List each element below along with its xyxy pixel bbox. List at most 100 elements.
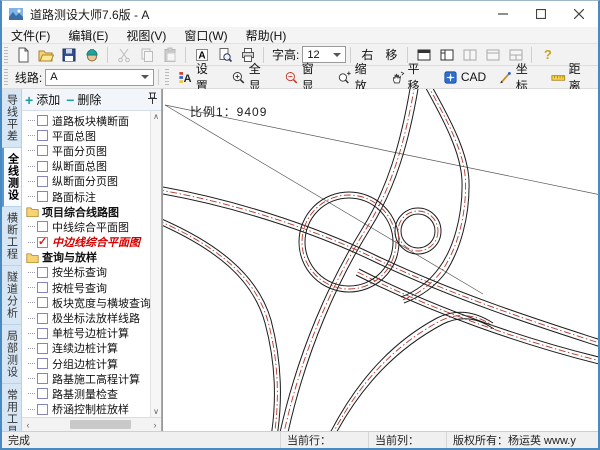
menu-window[interactable]: 窗口(W): [175, 27, 236, 43]
scroll-left-icon[interactable]: ‹: [22, 420, 34, 430]
window-split-icon: [439, 47, 455, 63]
separator: [158, 69, 159, 85]
tree-item[interactable]: 按坐标查询: [22, 265, 150, 280]
checkbox[interactable]: [37, 388, 48, 399]
checkbox[interactable]: [37, 130, 48, 141]
tree-item[interactable]: 连续边桩计算: [22, 341, 150, 356]
app-window: 道路测设大师7.6版 - A 文件(F) 编辑(E) 视图(V) 窗口(W) 帮…: [0, 0, 600, 450]
worker-button[interactable]: [81, 45, 102, 65]
tab-cross-section-works[interactable]: 横断工程: [2, 207, 21, 266]
checkbox[interactable]: [37, 373, 48, 384]
menu-help[interactable]: 帮助(H): [237, 27, 296, 43]
paste-icon: [162, 47, 178, 63]
tree-hscrollbar[interactable]: ‹ ›: [22, 417, 161, 431]
tab-full-line-survey[interactable]: 全线测设: [2, 148, 21, 207]
distance-ruler-icon: [551, 70, 566, 85]
checkbox[interactable]: [37, 297, 48, 308]
tree-item[interactable]: 按桩号查询: [22, 280, 150, 295]
scale-label: 比例1：9409: [190, 103, 267, 120]
cut-button[interactable]: [113, 45, 134, 65]
add-button[interactable]: + 添加: [25, 91, 60, 108]
tree-item[interactable]: 纵断面分页图: [22, 174, 150, 189]
chevron-down-icon: [141, 75, 149, 83]
tree-item[interactable]: 桥涵控制桩放样: [22, 402, 150, 417]
delete-button[interactable]: − 删除: [66, 91, 101, 108]
close-button[interactable]: [560, 1, 598, 27]
tree-item[interactable]: 纵断面总图: [22, 159, 150, 174]
checkbox[interactable]: [37, 267, 48, 278]
zoom-extents-icon: [231, 70, 246, 85]
window-split-button[interactable]: [436, 45, 457, 65]
scroll-right-icon[interactable]: ›: [149, 420, 161, 430]
checkbox[interactable]: [37, 115, 48, 126]
drawing-canvas[interactable]: 比例1：9409: [162, 89, 598, 431]
toolbar-grip: [4, 69, 8, 85]
menu-file[interactable]: 文件(F): [2, 27, 59, 43]
menu-bar: 文件(F) 编辑(E) 视图(V) 窗口(W) 帮助(H): [2, 27, 598, 44]
tree-scrollbar[interactable]: ∧ ∨: [150, 111, 161, 417]
line-select[interactable]: A: [45, 69, 154, 86]
checkbox[interactable]: [37, 176, 48, 187]
cad-button[interactable]: CAD: [438, 68, 491, 87]
checkbox[interactable]: [37, 343, 48, 354]
toolbar-grip: [165, 69, 169, 85]
tab-local-survey[interactable]: 局部测设: [2, 325, 21, 384]
checkbox[interactable]: [37, 145, 48, 156]
checkbox[interactable]: [37, 404, 48, 415]
tree-folder[interactable]: 查询与放样: [22, 250, 150, 265]
panel-header: + 添加 − 删除: [22, 89, 161, 111]
open-folder-icon: [38, 47, 54, 63]
tree-item[interactable]: 板块宽度与横坡查询: [22, 295, 150, 310]
tree-folder[interactable]: 项目综合线路图: [22, 204, 150, 219]
checkbox[interactable]: [37, 313, 48, 324]
new-file-icon: [15, 47, 31, 63]
minimize-button[interactable]: [484, 1, 522, 27]
separator: [107, 47, 108, 63]
title-bar: 道路测设大师7.6版 - A: [2, 1, 598, 27]
settings-icon: A: [178, 70, 193, 85]
tree-item[interactable]: 道路板块横断面: [22, 113, 150, 128]
window-tile-1-button[interactable]: [459, 45, 480, 65]
checkbox[interactable]: [37, 191, 48, 202]
tree-item[interactable]: 路面标注: [22, 189, 150, 204]
tree-item[interactable]: 平面分页图: [22, 143, 150, 158]
tree-item[interactable]: 极坐标法放样线路: [22, 310, 150, 325]
checkbox[interactable]: [37, 161, 48, 172]
tree-item[interactable]: 路基测量检查: [22, 386, 150, 401]
tree-item[interactable]: 分组边桩计算: [22, 356, 150, 371]
copy-icon: [139, 47, 155, 63]
scroll-up-icon[interactable]: ∧: [151, 111, 161, 122]
checkbox[interactable]: [37, 282, 48, 293]
save-button[interactable]: [58, 45, 79, 65]
copy-button[interactable]: [136, 45, 157, 65]
scroll-down-icon[interactable]: ∨: [151, 406, 161, 417]
checkbox[interactable]: [37, 221, 48, 232]
open-file-button[interactable]: [35, 45, 56, 65]
menu-view[interactable]: 视图(V): [117, 27, 175, 43]
window-tile-3-button[interactable]: [505, 45, 526, 65]
window-title: 道路测设大师7.6版 - A: [30, 6, 484, 23]
window-tile-2-icon: [485, 47, 501, 63]
paste-button[interactable]: [159, 45, 180, 65]
window-tile-2-button[interactable]: [482, 45, 503, 65]
module-tab-strip: 导线平差 全线测设 横断工程 隧道分析 局部测设 常用工具 软件: [2, 89, 22, 431]
tree-item[interactable]: 平面总图: [22, 128, 150, 143]
hscroll-thumb[interactable]: [70, 420, 131, 429]
pin-button[interactable]: [147, 92, 158, 108]
tree-item-active[interactable]: 中边线综合平面图: [22, 235, 150, 250]
minus-icon: −: [66, 92, 74, 108]
checkbox[interactable]: [37, 328, 48, 339]
menu-edit[interactable]: 编辑(E): [59, 27, 117, 43]
folder-icon: [26, 206, 39, 217]
tree-item[interactable]: 路基施工高程计算: [22, 371, 150, 386]
folder-icon: [26, 252, 39, 263]
checkbox[interactable]: [37, 358, 48, 369]
checkbox[interactable]: [37, 237, 48, 248]
maximize-button[interactable]: [522, 1, 560, 27]
tab-tunnel-analysis[interactable]: 隧道分析: [2, 266, 21, 325]
tab-traverse-adjustment[interactable]: 导线平差: [2, 89, 21, 148]
tab-common-tools[interactable]: 常用工具: [2, 384, 21, 431]
tree-item[interactable]: 单桩号边桩计算: [22, 326, 150, 341]
tree-item[interactable]: 中线综合平面图: [22, 219, 150, 234]
new-file-button[interactable]: [12, 45, 33, 65]
